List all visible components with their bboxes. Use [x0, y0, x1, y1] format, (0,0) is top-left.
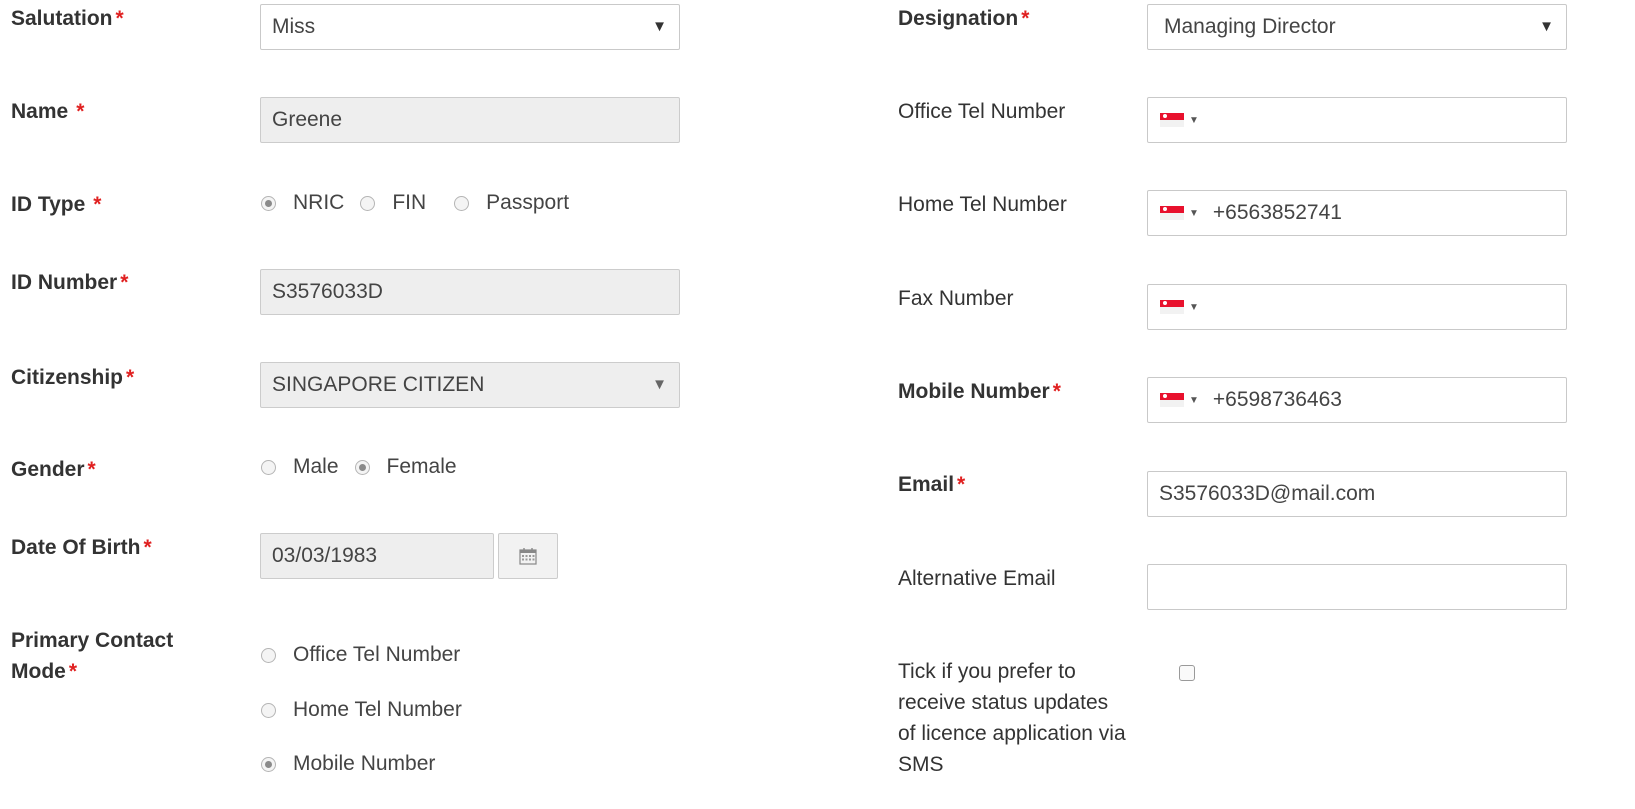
alt-email-label: Alternative Email	[898, 567, 1056, 590]
office-tel-label: Office Tel Number	[898, 100, 1066, 123]
id-type-label: ID Type *	[11, 193, 102, 216]
name-field[interactable]: Greene	[260, 97, 680, 143]
contact-option-mobile[interactable]: Mobile Number	[261, 752, 435, 776]
fax-field[interactable]: ▼	[1147, 284, 1567, 330]
sms-preference-text: Tick if you prefer to receive status upd…	[898, 660, 1126, 776]
sms-preference-checkbox[interactable]	[1179, 665, 1195, 681]
email-label: Email *	[898, 473, 966, 496]
designation-label: Designation *	[898, 7, 1030, 30]
mobile-field[interactable]: ▼ +6598736463	[1147, 377, 1567, 423]
radio-nric[interactable]	[261, 195, 276, 211]
radio-passport[interactable]	[454, 195, 470, 211]
required-marker: *	[68, 660, 78, 683]
required-marker: *	[143, 536, 152, 559]
email-field[interactable]: S3576033D@mail.com	[1147, 471, 1567, 517]
required-marker: *	[1021, 7, 1030, 30]
alt-email-field[interactable]	[1147, 564, 1567, 610]
required-marker: *	[93, 193, 102, 216]
dob-field[interactable]: 03/03/1983	[260, 533, 494, 579]
singapore-flag-icon[interactable]	[1160, 113, 1184, 127]
mobile-label: Mobile Number *	[898, 380, 1061, 403]
required-marker: *	[120, 271, 129, 294]
primary-contact-label: Primary Contact Mode *	[11, 629, 174, 683]
radio-female[interactable]	[354, 459, 370, 475]
required-marker: *	[1052, 380, 1061, 403]
calendar-icon	[519, 548, 537, 565]
office-tel-field[interactable]: ▼	[1147, 97, 1567, 143]
required-marker: *	[76, 100, 85, 123]
salutation-select[interactable]: Miss ▼	[260, 4, 680, 50]
id-number-field[interactable]: S3576033D	[260, 269, 680, 315]
chevron-down-icon: ▼	[652, 18, 667, 35]
calendar-button[interactable]	[498, 533, 558, 579]
home-tel-label: Home Tel Number	[898, 193, 1067, 216]
singapore-flag-icon[interactable]	[1160, 300, 1184, 314]
chevron-down-icon: ▼	[1189, 114, 1199, 126]
radio-office[interactable]	[261, 647, 276, 663]
radio-home[interactable]	[261, 702, 276, 718]
dob-label: Date Of Birth *	[11, 536, 152, 559]
designation-select[interactable]: Managing Director ▼	[1147, 4, 1567, 50]
gender-radio-group: Male Female	[261, 455, 473, 479]
required-marker: *	[87, 458, 96, 481]
chevron-down-icon: ▼	[1189, 207, 1199, 219]
required-marker: *	[126, 366, 135, 389]
contact-option-office[interactable]: Office Tel Number	[261, 643, 460, 667]
citizenship-label: Citizenship *	[11, 366, 135, 389]
chevron-down-icon: ▼	[1189, 394, 1199, 406]
chevron-down-icon: ▼	[652, 376, 667, 393]
contact-option-home[interactable]: Home Tel Number	[261, 698, 462, 722]
salutation-label: Salutation *	[11, 7, 124, 30]
required-marker: *	[115, 7, 124, 30]
chevron-down-icon: ▼	[1539, 18, 1554, 35]
id-type-radio-group: NRIC FIN Passport	[261, 191, 585, 215]
chevron-down-icon: ▼	[1189, 301, 1199, 313]
home-tel-field[interactable]: ▼ +6563852741	[1147, 190, 1567, 236]
id-number-label: ID Number *	[11, 271, 129, 294]
radio-male[interactable]	[261, 459, 276, 475]
fax-label: Fax Number	[898, 287, 1014, 310]
radio-fin[interactable]	[360, 195, 376, 211]
singapore-flag-icon[interactable]	[1160, 393, 1184, 407]
name-label: Name *	[11, 100, 85, 123]
singapore-flag-icon[interactable]	[1160, 206, 1184, 220]
gender-label: Gender *	[11, 458, 96, 481]
radio-mobile[interactable]	[261, 756, 276, 772]
required-marker: *	[957, 473, 966, 496]
citizenship-select[interactable]: SINGAPORE CITIZEN ▼	[260, 362, 680, 408]
